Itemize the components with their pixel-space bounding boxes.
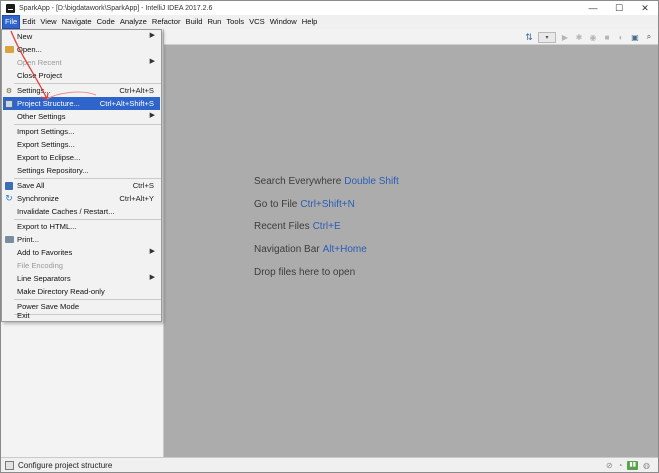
wrench-icon: ⚙ [5, 87, 13, 95]
hint-shortcut: Ctrl+Shift+N [300, 199, 355, 210]
menu-window[interactable]: Window [268, 16, 299, 28]
event-log-icon[interactable]: ◔ [618, 461, 623, 470]
menu-item-line-separators[interactable]: Line Separators ▶ [3, 272, 160, 285]
tool-windows-icon[interactable] [5, 460, 14, 470]
title-bar: SparkApp - [D:\bigdatawork\SparkApp] - I… [1, 1, 658, 15]
memory-indicator-icon[interactable]: ▮▮ [627, 460, 639, 470]
sort-icon[interactable]: ⇅ [524, 32, 534, 42]
menu-item-export-settings[interactable]: Export Settings... [3, 138, 160, 151]
hint-shortcut: Double Shift [344, 176, 399, 187]
menu-bar: File Edit View Navigate Code Analyze Ref… [1, 15, 658, 29]
maximize-button[interactable]: ☐ [606, 1, 632, 15]
print-icon [4, 236, 14, 243]
hint-drop-files: Drop files here to open [254, 267, 355, 278]
menu-item-new[interactable]: New ▶ [3, 30, 160, 43]
debug-icon[interactable]: ✱ [574, 32, 584, 42]
menu-refactor[interactable]: Refactor [150, 16, 183, 28]
status-icons: ⊘ ◔ ▮▮ ◍ [606, 460, 650, 470]
menu-help[interactable]: Help [300, 16, 320, 28]
status-text: Configure project structure [18, 460, 113, 470]
menu-item-print[interactable]: Print... [3, 233, 160, 246]
menu-file[interactable]: File [1, 15, 21, 29]
editor-area: Search Everywhere Double Shift Go to File… [164, 45, 658, 457]
hint-go-to-file: Go to File Ctrl+Shift+N [254, 199, 355, 210]
save-icon [5, 181, 13, 190]
menu-navigate[interactable]: Navigate [60, 16, 94, 28]
menu-item-exit[interactable]: Exit [3, 309, 160, 322]
menu-item-invalidate-caches[interactable]: Invalidate Caches / Restart... [3, 205, 160, 218]
submenu-arrow-icon: ▶ [149, 248, 155, 255]
menu-item-export-to-html[interactable]: Export to HTML... [3, 220, 160, 233]
vcs-icon[interactable]: ◐ [616, 32, 626, 42]
menu-item-file-encoding[interactable]: File Encoding [3, 259, 160, 272]
coverage-icon[interactable]: ◉ [588, 32, 598, 42]
ide-window: SparkApp - [D:\bigdatawork\SparkApp] - I… [0, 0, 659, 473]
intellij-app-icon [6, 3, 15, 13]
menu-item-synchronize[interactable]: ↻ Synchronize Ctrl+Alt+Y [3, 192, 160, 205]
menu-item-close-project[interactable]: Close Project [3, 69, 160, 82]
window-controls: — ☐ ✕ [580, 1, 658, 15]
hint-recent-files: Recent Files Ctrl+E [254, 221, 341, 232]
hint-text: Recent Files [254, 221, 310, 232]
toolbar-icons: ⇅ ▾ ▶ ✱ ◉ ■ ◐ ▣ ⌕ [524, 30, 654, 44]
hint-navigation-bar: Navigation Bar Alt+Home [254, 244, 367, 255]
folder-icon [4, 46, 14, 53]
hint-text: Drop files here to open [254, 267, 356, 278]
menu-item-import-settings[interactable]: Import Settings... [3, 125, 160, 138]
hint-text: Go to File [254, 199, 298, 210]
status-bar: Configure project structure ⊘ ◔ ▮▮ ◍ [1, 457, 658, 472]
hint-shortcut: Ctrl+E [312, 221, 341, 232]
menu-tools[interactable]: Tools [224, 16, 246, 28]
menu-item-other-settings[interactable]: Other Settings ▶ [3, 110, 160, 123]
lock-icon[interactable]: ⊘ [606, 461, 613, 470]
submenu-arrow-icon: ▶ [149, 112, 155, 119]
search-icon[interactable]: ⌕ [644, 32, 654, 42]
menu-item-settings[interactable]: ⚙ Settings... Ctrl+Alt+S [3, 84, 160, 97]
hint-search-everywhere: Search Everywhere Double Shift [254, 176, 399, 187]
sync-icon: ↻ [5, 193, 13, 203]
run-config-dropdown[interactable]: ▾ [538, 31, 556, 43]
close-button[interactable]: ✕ [632, 1, 658, 15]
menu-item-save-all[interactable]: Save All Ctrl+S [3, 179, 160, 192]
menu-view[interactable]: View [38, 16, 58, 28]
project-structure-icon[interactable]: ▣ [630, 32, 640, 42]
minimize-button[interactable]: — [580, 1, 606, 15]
window-title: SparkApp - [D:\bigdatawork\SparkApp] - I… [19, 4, 213, 12]
menu-build[interactable]: Build [184, 16, 205, 28]
menu-item-make-directory-read-only[interactable]: Make Directory Read-only [3, 285, 160, 298]
menu-edit[interactable]: Edit [20, 16, 37, 28]
stop-icon[interactable]: ■ [602, 32, 612, 42]
menu-analyze[interactable]: Analyze [118, 16, 149, 28]
menu-item-add-to-favorites[interactable]: Add to Favorites ▶ [3, 246, 160, 259]
menu-code[interactable]: Code [95, 16, 117, 28]
hint-text: Search Everywhere [254, 176, 342, 187]
main-toolbar: ⇅ ▾ ▶ ✱ ◉ ■ ◐ ▣ ⌕ [161, 29, 658, 45]
file-menu-dropdown: New ▶ Open... Open Recent ▶ Close Project … [1, 29, 162, 322]
menu-item-open[interactable]: Open... [3, 43, 160, 56]
menu-item-settings-repository[interactable]: Settings Repository... [3, 164, 160, 177]
submenu-arrow-icon: ▶ [149, 274, 155, 281]
menu-item-export-to-eclipse[interactable]: Export to Eclipse... [3, 151, 160, 164]
menu-vcs[interactable]: VCS [247, 16, 267, 28]
menu-item-project-structure[interactable]: Project Structure... Ctrl+Alt+Shift+S [3, 97, 160, 110]
submenu-arrow-icon: ▶ [149, 58, 155, 65]
inspector-icon[interactable]: ◍ [643, 461, 650, 470]
submenu-arrow-icon: ▶ [149, 32, 155, 39]
hint-shortcut: Alt+Home [322, 244, 367, 255]
menu-run[interactable]: Run [205, 16, 223, 28]
menu-item-open-recent[interactable]: Open Recent ▶ [3, 56, 160, 69]
run-icon[interactable]: ▶ [560, 32, 570, 42]
hint-text: Navigation Bar [254, 244, 320, 255]
project-structure-icon [5, 99, 13, 108]
